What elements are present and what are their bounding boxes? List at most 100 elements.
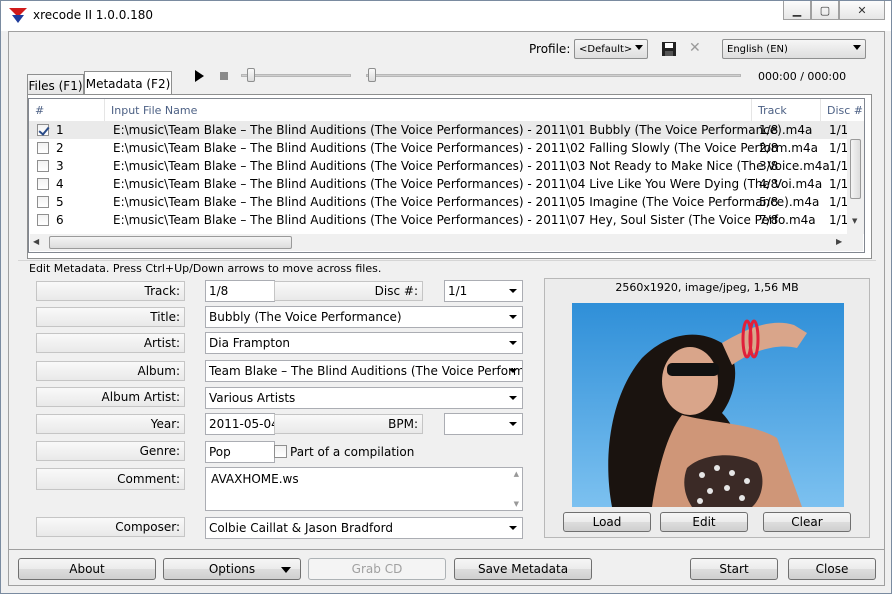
tab-files[interactable]: Files (F1) (27, 74, 84, 96)
title-input[interactable]: Bubbly (The Voice Performance) (205, 306, 523, 328)
row-disc: 1/1 (829, 195, 849, 209)
chevron-down-icon (509, 289, 517, 293)
table-row[interactable]: 3 E:\music\Team Blake – The Blind Auditi… (29, 157, 864, 175)
cover-edit-button[interactable]: Edit (660, 512, 748, 532)
chevron-down-icon (509, 396, 517, 400)
divider (18, 260, 876, 261)
table-row[interactable]: 4 E:\music\Team Blake – The Blind Auditi… (29, 175, 864, 193)
maximize-icon: ▢ (819, 3, 831, 17)
year-input[interactable]: 2011-05-04 (205, 413, 275, 435)
bpm-input[interactable] (444, 413, 523, 435)
table-row[interactable]: 5 E:\music\Team Blake – The Blind Auditi… (29, 193, 864, 211)
options-button[interactable]: Options (163, 558, 301, 580)
row-disc: 1/1 (829, 213, 849, 227)
bpm-label: BPM: (274, 414, 423, 434)
save-profile-icon[interactable] (662, 42, 676, 56)
volume-track[interactable] (241, 74, 351, 77)
row-checkbox[interactable] (37, 160, 49, 172)
column-header-file[interactable]: Input File Name (105, 99, 752, 121)
row-checkbox[interactable] (37, 214, 49, 226)
seek-track[interactable] (366, 74, 741, 77)
scroll-right-icon[interactable]: ▶ (836, 237, 842, 246)
row-disc: 1/1 (829, 177, 849, 191)
disc-input[interactable]: 1/1 (444, 280, 523, 302)
scroll-down-icon[interactable]: ▼ (852, 217, 857, 225)
close-button[interactable]: Close (788, 558, 876, 580)
options-label: Options (208, 562, 256, 576)
disc-value: 1/1 (448, 284, 468, 298)
row-track: 4/8 (759, 177, 779, 191)
row-checkbox[interactable] (37, 196, 49, 208)
cover-info: 2560x1920, image/jpeg, 1,56 MB (615, 281, 799, 294)
cover-clear-button[interactable]: Clear (763, 512, 851, 532)
album-artist-input[interactable]: Various Artists (205, 387, 523, 409)
row-num: 4 (56, 177, 64, 191)
horizontal-scrollbar[interactable]: ◀ ▶ (30, 234, 863, 251)
close-icon: ✕ (857, 3, 867, 17)
stop-icon[interactable] (220, 72, 228, 80)
track-input[interactable]: 1/8 (205, 280, 275, 302)
minimize-button[interactable]: ▁ (783, 1, 811, 20)
composer-input[interactable]: Colbie Caillat & Jason Bradford (205, 517, 523, 539)
artist-input[interactable]: Dia Frampton (205, 332, 523, 354)
table-row[interactable]: 6 E:\music\Team Blake – The Blind Auditi… (29, 211, 864, 229)
chevron-down-icon (509, 526, 517, 530)
profile-label: Profile: (529, 42, 571, 56)
column-header-num[interactable]: # (29, 99, 105, 121)
grab-cd-button[interactable]: Grab CD (308, 558, 446, 580)
row-checkbox[interactable] (37, 124, 49, 136)
vertical-scrollbar[interactable]: ▼ (847, 121, 864, 234)
play-icon[interactable] (195, 70, 204, 82)
comment-label: Comment: (36, 468, 185, 490)
compilation-checkbox[interactable] (274, 445, 287, 458)
column-header-disc[interactable]: Disc # (821, 99, 864, 121)
row-file: E:\music\Team Blake – The Blind Audition… (113, 141, 818, 155)
tab-metadata[interactable]: Metadata (F2) (84, 71, 172, 95)
main-window: xrecode II 1.0.0.180 ▁ ▢ ✕ Profile: <Def… (0, 0, 892, 594)
row-track: 3/8 (759, 159, 779, 173)
album-input[interactable]: Team Blake – The Blind Auditions (The Vo… (205, 360, 523, 382)
volume-slider-thumb[interactable] (247, 68, 255, 82)
row-checkbox[interactable] (37, 142, 49, 154)
cover-load-button[interactable]: Load (563, 512, 651, 532)
scroll-up-icon[interactable]: ▲ (514, 470, 519, 478)
album-cover-image (572, 303, 844, 507)
artist-label: Artist: (36, 333, 185, 353)
seek-slider-thumb[interactable] (368, 68, 376, 82)
bottom-divider (8, 549, 885, 550)
row-file: E:\music\Team Blake – The Blind Audition… (113, 123, 813, 137)
album-artist-value: Various Artists (209, 391, 296, 405)
maximize-button[interactable]: ▢ (811, 1, 839, 20)
row-track: 2/8 (759, 141, 779, 155)
row-num: 1 (56, 123, 64, 137)
scroll-down-icon[interactable]: ▼ (514, 500, 519, 508)
composer-label: Composer: (36, 517, 185, 537)
album-label: Album: (36, 361, 185, 381)
window-title: xrecode II 1.0.0.180 (33, 8, 154, 22)
save-metadata-button[interactable]: Save Metadata (454, 558, 592, 580)
language-select[interactable]: English (EN) (722, 39, 866, 59)
row-checkbox[interactable] (37, 178, 49, 190)
horizontal-scroll-thumb[interactable] (49, 236, 292, 249)
genre-input[interactable]: Pop (205, 441, 275, 463)
profile-value: <Default> (579, 43, 633, 55)
chevron-down-icon (281, 567, 291, 573)
table-row[interactable]: 1 E:\music\Team Blake – The Blind Auditi… (29, 121, 864, 139)
minimize-icon: ▁ (792, 3, 802, 17)
genre-label: Genre: (36, 441, 185, 461)
row-file: E:\music\Team Blake – The Blind Audition… (113, 177, 823, 191)
start-button[interactable]: Start (690, 558, 778, 580)
vertical-scroll-thumb[interactable] (850, 139, 861, 199)
profile-select[interactable]: <Default> (574, 39, 648, 59)
table-row[interactable]: 2 E:\music\Team Blake – The Blind Auditi… (29, 139, 864, 157)
column-header-track[interactable]: Track (752, 99, 821, 121)
delete-profile-icon[interactable]: ✕ (689, 40, 701, 56)
scroll-left-icon[interactable]: ◀ (33, 237, 39, 246)
row-track: 5/8 (759, 195, 779, 209)
comment-textarea[interactable]: AVAXHOME.ws ▲ ▼ (205, 467, 523, 511)
app-logo-icon (9, 8, 27, 23)
about-button[interactable]: About (18, 558, 156, 580)
comment-value: AVAXHOME.ws (211, 472, 299, 486)
chevron-down-icon (853, 45, 861, 50)
close-window-button[interactable]: ✕ (839, 1, 885, 20)
